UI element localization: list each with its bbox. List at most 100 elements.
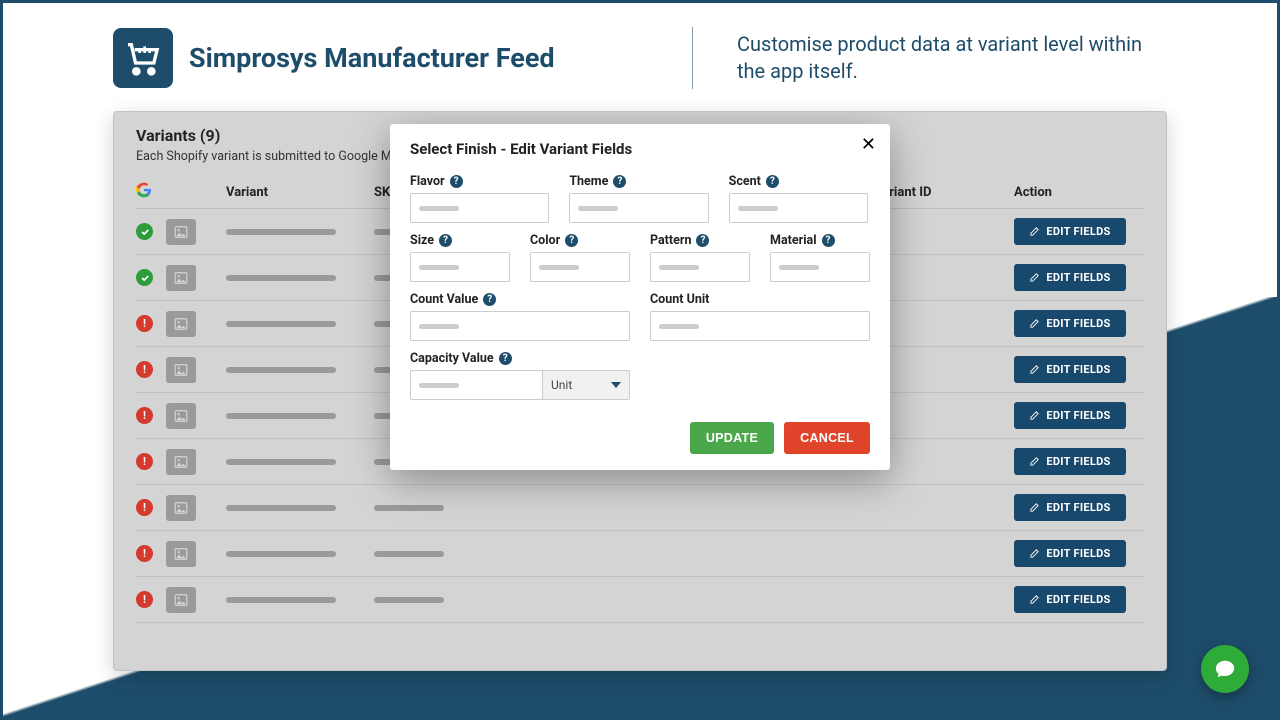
edit-fields-button[interactable]: EDIT FIELDS [1014, 264, 1126, 291]
variant-name-placeholder [226, 597, 336, 603]
chat-bubble-icon [1214, 658, 1236, 680]
variant-name-placeholder [226, 413, 336, 419]
count-unit-label: Count Unit [650, 292, 709, 307]
capacity-value-input[interactable] [410, 370, 542, 400]
edit-fields-button[interactable]: EDIT FIELDS [1014, 448, 1126, 475]
flavor-input[interactable] [410, 193, 549, 223]
cancel-button[interactable]: CANCEL [784, 422, 870, 454]
pencil-icon [1029, 548, 1040, 559]
col-variant: Variant [226, 185, 374, 200]
count-value-input[interactable] [410, 311, 630, 341]
brand-logo [113, 28, 173, 88]
help-icon[interactable]: ? [499, 352, 512, 365]
sku-placeholder [374, 551, 444, 557]
variant-thumbnail [166, 219, 196, 245]
flavor-label: Flavor [410, 174, 445, 189]
variant-name-placeholder [226, 275, 336, 281]
scent-input[interactable] [729, 193, 868, 223]
theme-label: Theme [569, 174, 608, 189]
pattern-input[interactable] [650, 252, 750, 282]
theme-input[interactable] [569, 193, 708, 223]
variant-thumbnail [166, 265, 196, 291]
variant-name-placeholder [226, 505, 336, 511]
variant-name-placeholder [226, 459, 336, 465]
color-label: Color [530, 233, 560, 248]
variant-name-placeholder [226, 321, 336, 327]
variant-thumbnail [166, 403, 196, 429]
edit-fields-button[interactable]: EDIT FIELDS [1014, 218, 1126, 245]
marketing-tagline: Customise product data at variant level … [737, 31, 1167, 85]
help-icon[interactable]: ? [766, 175, 779, 188]
status-badge: ! [136, 499, 153, 516]
sku-placeholder [374, 505, 444, 511]
pencil-icon [1029, 272, 1040, 283]
help-icon[interactable]: ? [565, 234, 578, 247]
edit-fields-button[interactable]: EDIT FIELDS [1014, 586, 1126, 613]
variants-card: Variants (9) Each Shopify variant is sub… [113, 111, 1167, 671]
pencil-icon [1029, 318, 1040, 329]
help-icon[interactable]: ? [613, 175, 626, 188]
status-badge: ! [136, 545, 153, 562]
status-badge: ! [136, 591, 153, 608]
status-badge: ! [136, 407, 153, 424]
pencil-icon [1029, 594, 1040, 605]
variant-name-placeholder [226, 229, 336, 235]
scent-label: Scent [729, 174, 761, 189]
status-badge: ! [136, 361, 153, 378]
table-row: ! EDIT FIELDS [136, 485, 1144, 531]
col-google-status [136, 182, 166, 202]
chat-fab[interactable] [1201, 645, 1249, 693]
variant-thumbnail [166, 541, 196, 567]
variant-thumbnail [166, 587, 196, 613]
chevron-down-icon [611, 382, 621, 388]
header-divider [692, 27, 693, 89]
edit-fields-button[interactable]: EDIT FIELDS [1014, 494, 1126, 521]
capacity-value-label: Capacity Value [410, 351, 494, 366]
modal-title: Select Finish - Edit Variant Fields [410, 140, 870, 158]
pencil-icon [1029, 456, 1040, 467]
edit-fields-button[interactable]: EDIT FIELDS [1014, 540, 1126, 567]
col-action: Action [1014, 185, 1144, 200]
status-badge [136, 269, 153, 286]
modal-close-button[interactable]: ✕ [861, 136, 876, 154]
table-row: ! EDIT FIELDS [136, 531, 1144, 577]
variant-thumbnail [166, 449, 196, 475]
help-icon[interactable]: ? [822, 234, 835, 247]
pattern-label: Pattern [650, 233, 691, 248]
variant-name-placeholder [226, 367, 336, 373]
sku-placeholder [374, 597, 444, 603]
edit-variant-modal: Select Finish - Edit Variant Fields ✕ Fl… [390, 124, 890, 470]
count-value-label: Count Value [410, 292, 478, 307]
capacity-unit-select[interactable]: Unit [542, 370, 630, 400]
size-input[interactable] [410, 252, 510, 282]
pencil-icon [1029, 364, 1040, 375]
pencil-icon [1029, 226, 1040, 237]
edit-fields-button[interactable]: EDIT FIELDS [1014, 310, 1126, 337]
color-input[interactable] [530, 252, 630, 282]
variant-thumbnail [166, 495, 196, 521]
size-label: Size [410, 233, 434, 248]
help-icon[interactable]: ? [696, 234, 709, 247]
status-badge: ! [136, 315, 153, 332]
edit-fields-button[interactable]: EDIT FIELDS [1014, 356, 1126, 383]
help-icon[interactable]: ? [439, 234, 452, 247]
help-icon[interactable]: ? [483, 293, 496, 306]
help-icon[interactable]: ? [450, 175, 463, 188]
col-variant-id: Variant ID [874, 185, 1014, 200]
status-badge: ! [136, 453, 153, 470]
material-label: Material [770, 233, 817, 248]
count-unit-input[interactable] [650, 311, 870, 341]
edit-fields-button[interactable]: EDIT FIELDS [1014, 402, 1126, 429]
material-input[interactable] [770, 252, 870, 282]
variant-name-placeholder [226, 551, 336, 557]
variant-thumbnail [166, 311, 196, 337]
brand-title: Simprosys Manufacturer Feed [189, 42, 555, 74]
table-row: ! EDIT FIELDS [136, 577, 1144, 623]
variant-thumbnail [166, 357, 196, 383]
google-icon [136, 182, 152, 198]
pencil-icon [1029, 502, 1040, 513]
status-badge [136, 223, 153, 240]
update-button[interactable]: UPDATE [690, 422, 774, 454]
pencil-icon [1029, 410, 1040, 421]
marketing-header: Simprosys Manufacturer Feed Customise pr… [3, 3, 1277, 107]
